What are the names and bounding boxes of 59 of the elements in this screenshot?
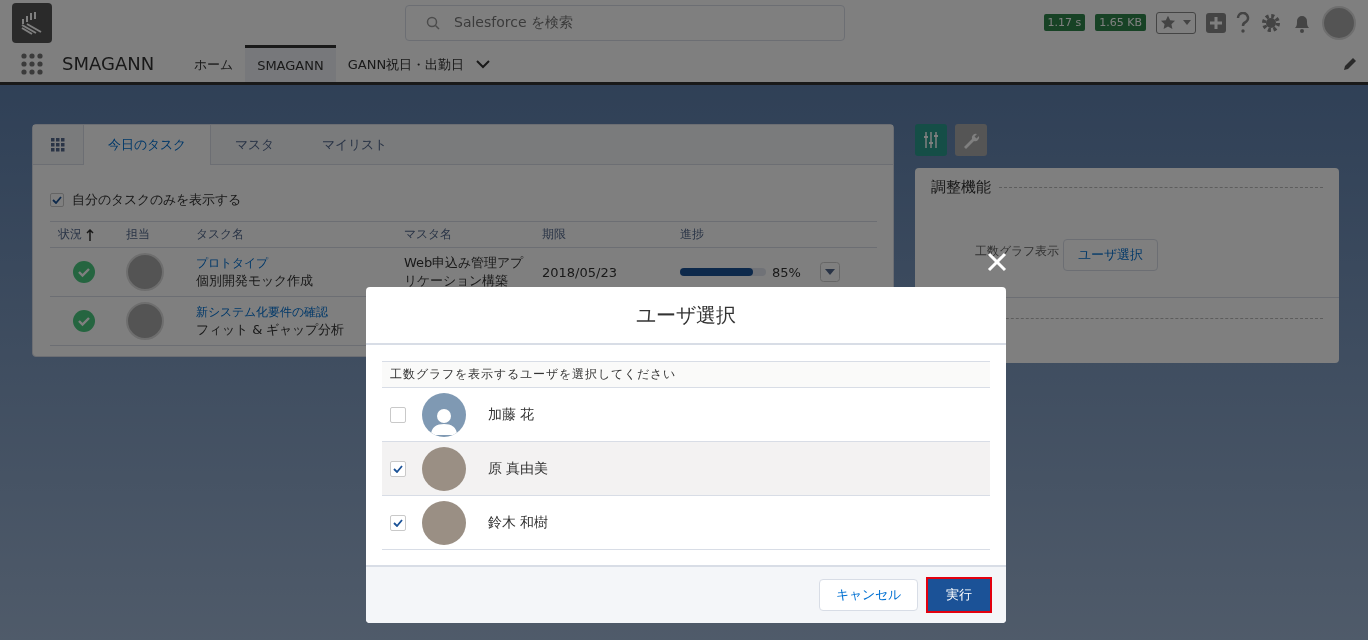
- card-tab[interactable]: マイリスト: [298, 125, 411, 164]
- column-header[interactable]: マスタ名: [404, 226, 452, 243]
- check-icon: [393, 518, 403, 527]
- task-name: 個別開発モック作成: [196, 271, 314, 290]
- wrench-icon: [962, 131, 980, 149]
- metric-badge: 1.17 s: [1043, 14, 1086, 31]
- user-checkbox[interactable]: [390, 514, 406, 531]
- dialog-title: ユーザ選択: [636, 301, 736, 329]
- progress-reading: 85%: [772, 264, 801, 280]
- filter-checkbox[interactable]: [50, 193, 64, 207]
- sort-arrow-icon[interactable]: [86, 228, 94, 241]
- app-name: SMAGANN: [62, 53, 155, 74]
- nav-tab[interactable]: GANN祝日・出勤日: [335, 45, 477, 82]
- metric-badge: 1.65 KB: [1095, 14, 1146, 31]
- chevron-down-icon[interactable]: [476, 58, 491, 69]
- settings-icon[interactable]: [1260, 11, 1282, 34]
- due-date: 2018/05/23: [542, 264, 618, 280]
- assignee-avatar: [126, 302, 164, 340]
- filter-label: 自分のタスクのみを表示する: [72, 191, 241, 209]
- nav-tab[interactable]: ホーム: [182, 45, 246, 82]
- app-launcher-icon[interactable]: [20, 51, 44, 76]
- app-logo[interactable]: [12, 2, 52, 43]
- panel-title: 調整機能: [931, 178, 991, 197]
- check-icon: [52, 196, 62, 204]
- nav-tab[interactable]: SMAGANN: [245, 45, 336, 82]
- master-name: Web申込み管理アプリケーション構築: [404, 254, 525, 290]
- column-header[interactable]: 担当: [126, 226, 150, 243]
- column-header[interactable]: タスク名: [196, 226, 244, 243]
- favorites-button[interactable]: [1156, 11, 1196, 34]
- search-icon: [426, 15, 440, 30]
- column-header[interactable]: 状況: [58, 226, 82, 243]
- wrench-button[interactable]: [955, 124, 987, 156]
- assignee-avatar: [126, 253, 164, 291]
- user-name: 原 真由美: [488, 459, 549, 478]
- help-icon[interactable]: [1236, 11, 1250, 34]
- card-tab[interactable]: マスタ: [211, 125, 298, 164]
- caret-icon: [1183, 20, 1191, 25]
- column-header[interactable]: 期限: [542, 226, 566, 243]
- user-checkbox[interactable]: [390, 460, 406, 477]
- user-name: 鈴木 和樹: [488, 513, 549, 532]
- run-button[interactable]: 実行: [926, 577, 992, 613]
- user-avatar[interactable]: [1322, 5, 1356, 40]
- card-tab[interactable]: 今日のタスク: [83, 125, 211, 165]
- user-checkbox[interactable]: [390, 406, 406, 423]
- sliders-button[interactable]: [915, 124, 947, 156]
- check-icon: [393, 464, 403, 473]
- sliders-icon: [922, 131, 940, 149]
- user-row[interactable]: 原 真由美: [382, 442, 990, 496]
- search-field[interactable]: Salesforce を検索: [405, 4, 845, 41]
- pencil-icon[interactable]: [1342, 55, 1358, 72]
- user-name: 加藤 花: [488, 405, 535, 424]
- user-select-button[interactable]: ユーザ選択: [1063, 239, 1158, 271]
- row-menu-icon[interactable]: [820, 262, 840, 282]
- cancel-button[interactable]: キャンセル: [819, 579, 918, 611]
- add-icon[interactable]: [1206, 12, 1226, 33]
- column-header[interactable]: 進捗: [680, 226, 704, 243]
- task-name: フィット & ギャップ分析: [196, 320, 346, 339]
- task-category-link[interactable]: プロトタイプ: [196, 254, 388, 272]
- table-caption: 工数グラフを表示するユーザを選択してください: [382, 361, 990, 388]
